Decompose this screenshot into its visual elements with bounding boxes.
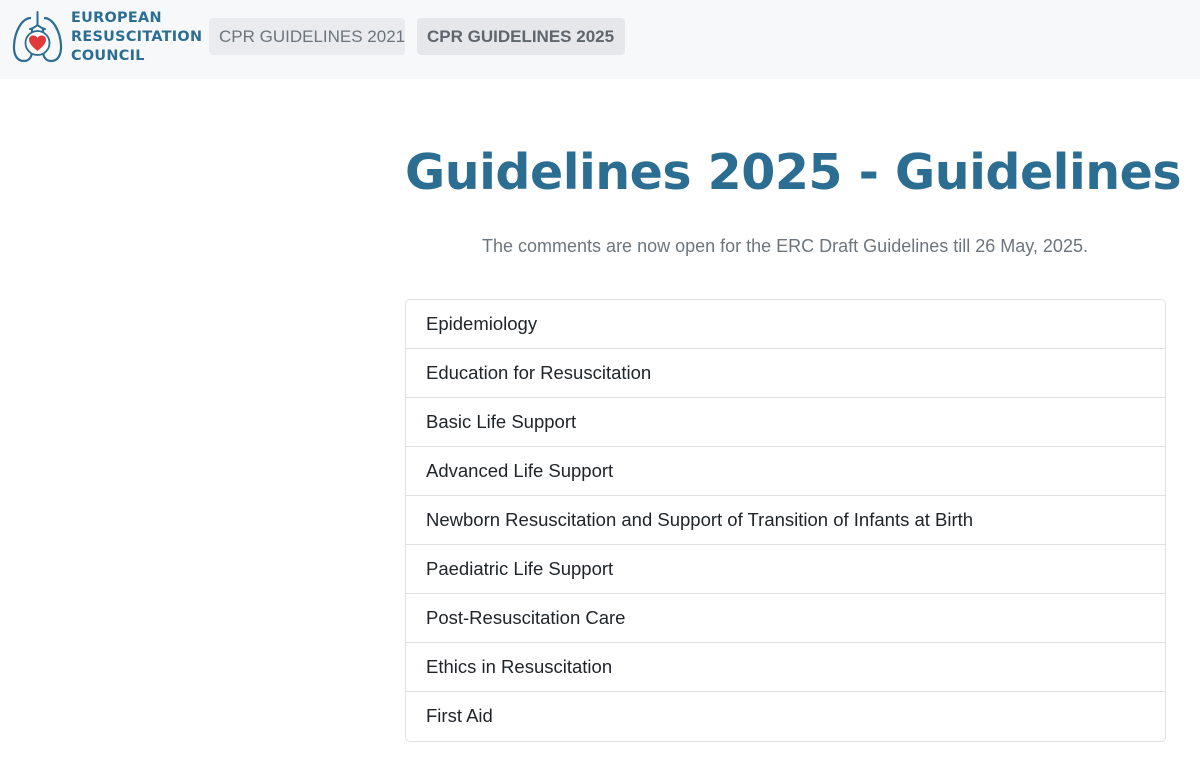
list-item-newborn-resuscitation[interactable]: Newborn Resuscitation and Support of Tra… <box>406 496 1165 545</box>
list-item-ethics[interactable]: Ethics in Resuscitation <box>406 643 1165 692</box>
nav-cpr-guidelines-2021[interactable]: CPR GUIDELINES 2021 <box>209 18 405 55</box>
page-title: Guidelines 2025 - Guidelines <box>405 144 1182 201</box>
guidelines-list: Epidemiology Education for Resuscitation… <box>405 299 1166 742</box>
top-navbar: EUROPEAN RESUSCITATION COUNCIL CPR GUIDE… <box>0 0 1200 79</box>
list-item-epidemiology[interactable]: Epidemiology <box>406 300 1165 349</box>
list-item-education[interactable]: Education for Resuscitation <box>406 349 1165 398</box>
logo-text: EUROPEAN RESUSCITATION COUNCIL <box>71 9 202 66</box>
logo-line: RESUSCITATION <box>71 28 203 45</box>
page-subtitle: The comments are now open for the ERC Dr… <box>482 236 1088 256</box>
nav-cpr-guidelines-2025[interactable]: CPR GUIDELINES 2025 <box>417 18 625 55</box>
heart-lungs-icon <box>12 11 63 63</box>
logo-line: COUNCIL <box>71 47 145 64</box>
list-item-basic-life-support[interactable]: Basic Life Support <box>406 398 1165 447</box>
list-item-first-aid[interactable]: First Aid <box>406 692 1165 741</box>
erc-logo[interactable]: EUROPEAN RESUSCITATION COUNCIL <box>10 8 202 66</box>
list-item-paediatric-life-support[interactable]: Paediatric Life Support <box>406 545 1165 594</box>
list-item-advanced-life-support[interactable]: Advanced Life Support <box>406 447 1165 496</box>
list-item-post-resuscitation-care[interactable]: Post-Resuscitation Care <box>406 594 1165 643</box>
logo-line: EUROPEAN <box>71 9 162 26</box>
